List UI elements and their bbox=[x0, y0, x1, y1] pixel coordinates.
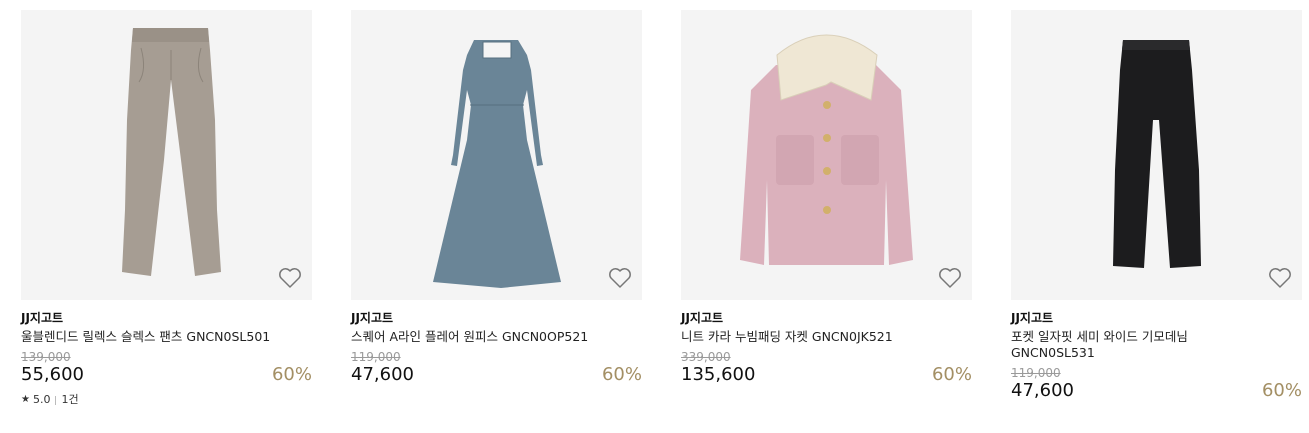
beige-pants-image bbox=[122, 28, 221, 276]
product-name[interactable]: 울블렌디드 릴렉스 슬렉스 팬츠 GNCN0SL501 bbox=[21, 329, 312, 345]
brand-name: JJ지고트 bbox=[681, 311, 724, 325]
brand-name: JJ지고트 bbox=[21, 311, 64, 325]
product-name[interactable]: 스퀘어 A라인 플레어 원피스 GNCN0OP521 bbox=[351, 329, 642, 345]
product-name-line: GNCN0SL531 bbox=[1011, 345, 1095, 360]
discount-rate: 60% bbox=[271, 364, 312, 385]
product-name[interactable]: 니트 카라 누빔패딩 자켓 GNCN0JK521 bbox=[681, 329, 972, 345]
product-card[interactable]: JJ지고트 스퀘어 A라인 플레어 원피스 GNCN0OP521 119,000… bbox=[351, 10, 642, 386]
sale-price: 135,600 bbox=[681, 364, 756, 385]
heart-outline-icon[interactable] bbox=[278, 267, 302, 289]
original-price: 119,000 bbox=[1011, 366, 1061, 380]
original-price: 339,000 bbox=[681, 350, 731, 364]
product-card[interactable]: JJ지고트 니트 카라 누빔패딩 자켓 GNCN0JK521 339,000 1… bbox=[681, 10, 972, 386]
blue-dress-image bbox=[433, 40, 561, 288]
divider bbox=[55, 395, 57, 405]
product-name[interactable]: 포켓 일자핏 세미 와이드 기모데님 GNCN0SL531 bbox=[1011, 329, 1302, 361]
brand-name: JJ지고트 bbox=[351, 311, 394, 325]
rating-score: 5.0 bbox=[32, 393, 51, 406]
discount-rate: 60% bbox=[931, 364, 972, 385]
product-card[interactable]: JJ지고트 포켓 일자핏 세미 와이드 기모데님 GNCN0SL531 119,… bbox=[1011, 10, 1302, 402]
product-image[interactable] bbox=[351, 10, 642, 300]
review-count: 1건 bbox=[61, 393, 79, 406]
original-price: 119,000 bbox=[351, 350, 401, 364]
product-image[interactable] bbox=[1011, 10, 1302, 300]
product-image[interactable] bbox=[21, 10, 312, 300]
heart-outline-icon[interactable] bbox=[1268, 267, 1292, 289]
product-image[interactable] bbox=[681, 10, 972, 300]
pink-jacket-image bbox=[740, 34, 913, 265]
black-jeans-image bbox=[1113, 40, 1201, 268]
discount-rate: 60% bbox=[1261, 380, 1302, 401]
product-name-line: 포켓 일자핏 세미 와이드 기모데님 bbox=[1011, 329, 1188, 344]
product-card[interactable]: JJ지고트 울블렌디드 릴렉스 슬렉스 팬츠 GNCN0SL501 139,00… bbox=[21, 10, 312, 407]
sale-price: 55,600 bbox=[21, 364, 84, 385]
original-price: 139,000 bbox=[21, 350, 71, 364]
heart-outline-icon[interactable] bbox=[608, 267, 632, 289]
heart-outline-icon[interactable] bbox=[938, 267, 962, 289]
brand-name: JJ지고트 bbox=[1011, 311, 1054, 325]
rating: ★ 5.0 1건 bbox=[21, 393, 312, 407]
sale-price: 47,600 bbox=[1011, 380, 1074, 401]
discount-rate: 60% bbox=[601, 364, 642, 385]
sale-price: 47,600 bbox=[351, 364, 414, 385]
star-icon: ★ bbox=[21, 394, 30, 405]
